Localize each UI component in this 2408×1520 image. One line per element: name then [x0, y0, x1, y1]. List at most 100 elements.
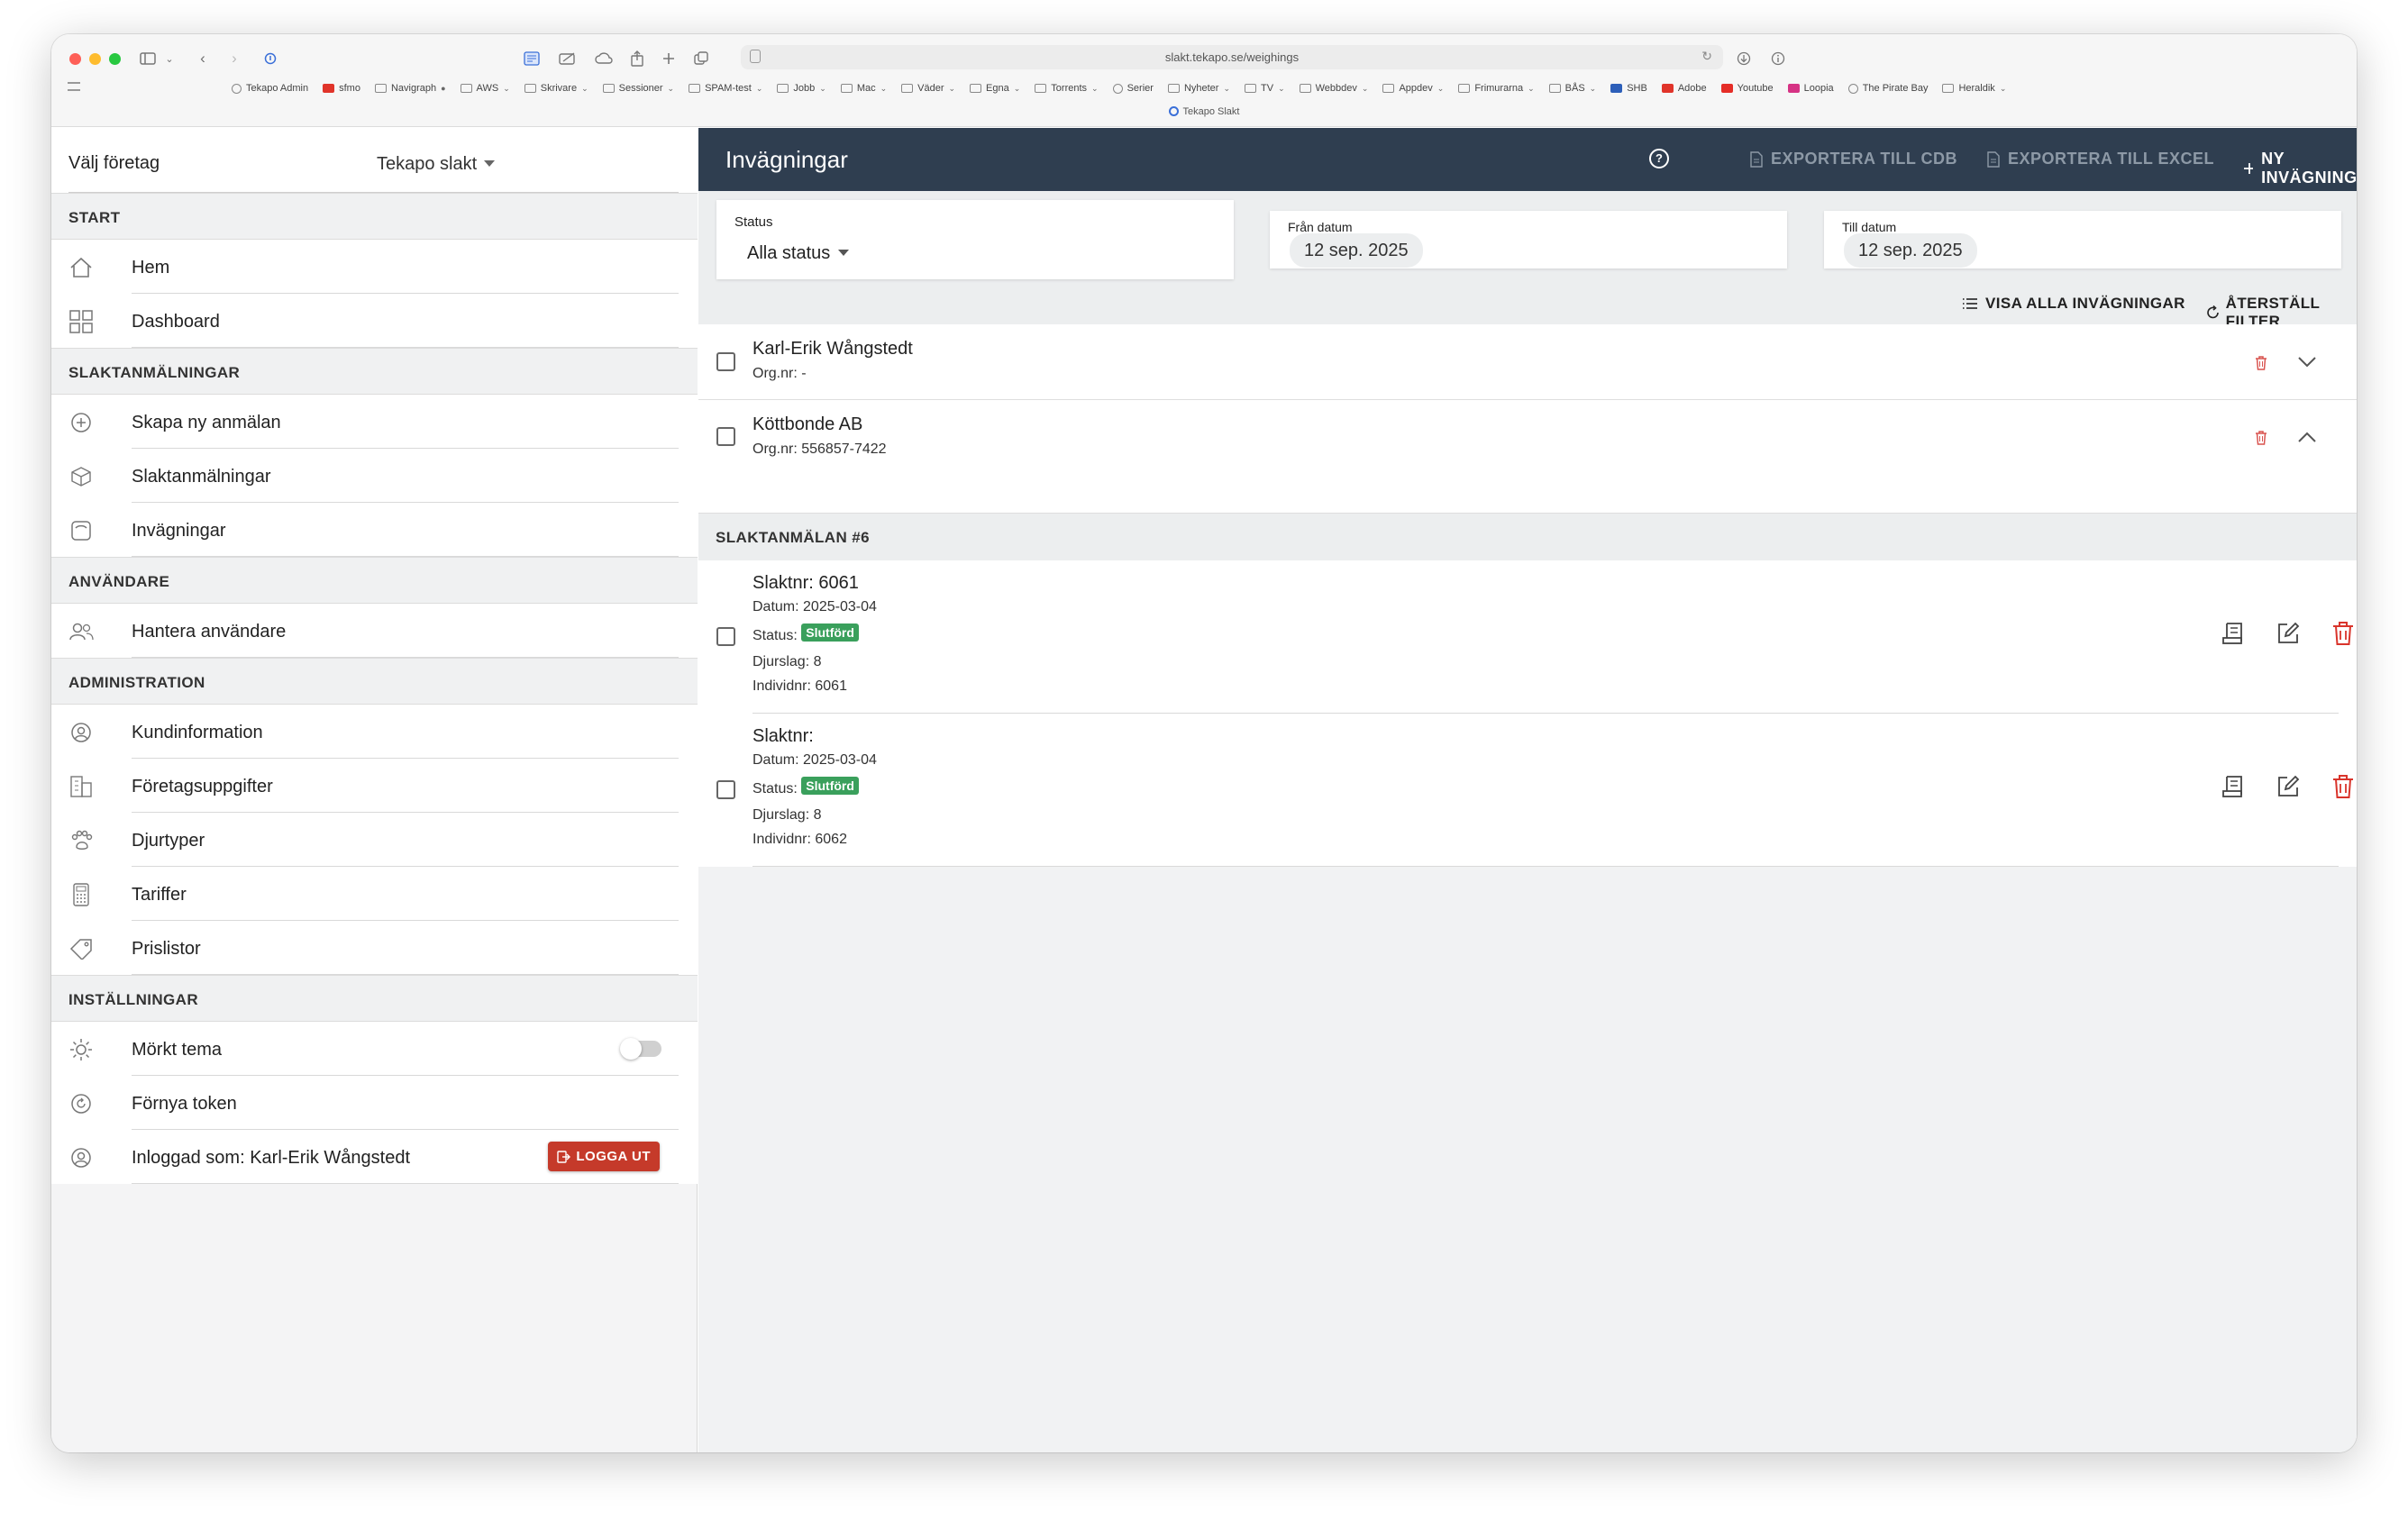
- bookmark-item[interactable]: Nyheter ⌄: [1167, 83, 1230, 94]
- menu-icon[interactable]: [68, 82, 80, 91]
- edit-icon[interactable]: [2275, 773, 2302, 800]
- bookmark-item[interactable]: Loopia: [1787, 83, 1834, 94]
- chevron-down-icon[interactable]: [2297, 356, 2317, 369]
- tag-icon: [68, 937, 94, 960]
- sidebar-item-company-info[interactable]: Företagsuppgifter: [51, 759, 698, 813]
- logout-button[interactable]: LOGGA UT: [548, 1142, 660, 1171]
- export-cdb-button[interactable]: EXPORTERA TILL CDB: [1750, 150, 1957, 168]
- cloud-icon[interactable]: [592, 47, 616, 70]
- sidebar-item-dark-theme[interactable]: Mörkt tema: [51, 1022, 698, 1076]
- entry-checkbox[interactable]: [716, 627, 735, 646]
- receipt-icon[interactable]: [2220, 773, 2247, 800]
- bookmark-item[interactable]: Webbdev ⌄: [1299, 83, 1368, 94]
- supplier-row[interactable]: Karl-Erik Wångstedt Org.nr: -: [698, 324, 2357, 400]
- entry-slaktnr: Slaktnr: 6061: [752, 573, 859, 593]
- bookmark-item[interactable]: Serier: [1112, 83, 1154, 94]
- home-icon: [68, 256, 94, 279]
- to-date-value[interactable]: 12 sep. 2025: [1844, 233, 1977, 268]
- bookmark-item[interactable]: Youtube: [1720, 83, 1774, 94]
- weighing-entry[interactable]: Slaktnr: Datum: 2025-03-04 Status: Slutf…: [698, 714, 2357, 867]
- tab-overview-icon[interactable]: [689, 47, 713, 70]
- from-date-filter[interactable]: Från datum 12 sep. 2025: [1270, 211, 1787, 269]
- receipt-icon[interactable]: [2220, 620, 2247, 647]
- bookmark-item[interactable]: AWS ⌄: [460, 83, 510, 94]
- minimize-window-button[interactable]: [89, 53, 101, 65]
- bookmark-item[interactable]: TV ⌄: [1245, 83, 1285, 94]
- new-tab-icon[interactable]: [657, 47, 680, 70]
- bookmark-item[interactable]: Tekapo Admin: [232, 83, 308, 94]
- weighing-entry[interactable]: Slaktnr: 6061 Datum: 2025-03-04 Status: …: [698, 560, 2357, 714]
- bookmark-item[interactable]: Egna ⌄: [970, 83, 1020, 94]
- supplier-checkbox[interactable]: [716, 427, 735, 446]
- bookmark-item[interactable]: sfmo: [323, 83, 360, 94]
- company-select[interactable]: Tekapo slakt: [377, 154, 496, 175]
- bookmark-item[interactable]: Mac ⌄: [840, 83, 888, 94]
- reader-icon[interactable]: [520, 47, 543, 70]
- info-icon[interactable]: [1766, 47, 1790, 70]
- sidebar-item-animal-types[interactable]: Djurtyper: [51, 813, 698, 867]
- new-weighing-button[interactable]: NY INVÄGNING: [2243, 150, 2357, 187]
- sidebar-toggle-icon[interactable]: [136, 47, 160, 70]
- back-icon[interactable]: ‹: [191, 47, 214, 70]
- globe-icon: [1112, 83, 1123, 94]
- share-icon[interactable]: [625, 47, 649, 70]
- bookmark-item[interactable]: Heraldik ⌄: [1942, 83, 2006, 94]
- bookmark-item[interactable]: Väder ⌄: [901, 83, 955, 94]
- downloads-icon[interactable]: [1732, 47, 1756, 70]
- bookmark-item[interactable]: Frimurarna ⌄: [1458, 83, 1535, 94]
- sidebar-item-tariffs[interactable]: Tariffer: [51, 867, 698, 921]
- edit-icon[interactable]: [2275, 620, 2302, 647]
- notes-icon[interactable]: [556, 47, 579, 70]
- privacy-icon[interactable]: [259, 47, 282, 70]
- supplier-row[interactable]: Köttbonde AB Org.nr: 556857-7422: [698, 400, 2357, 514]
- sidebar-item-renew-token[interactable]: Förnya token: [51, 1076, 698, 1130]
- sidebar-item-customer-info[interactable]: Kundinformation: [51, 705, 698, 759]
- sidebar-item-price-lists[interactable]: Prislistor: [51, 921, 698, 975]
- bookmark-item[interactable]: Jobb ⌄: [777, 83, 826, 94]
- bookmark-item[interactable]: BÅS ⌄: [1548, 83, 1596, 94]
- help-icon[interactable]: ?: [1649, 149, 1669, 168]
- sidebar-item-reports[interactable]: Slaktanmälningar: [51, 449, 698, 503]
- bookmark-item[interactable]: SHB: [1610, 83, 1647, 94]
- bookmark-item[interactable]: The Pirate Bay: [1847, 83, 1928, 94]
- bookmark-chevron: ⌄: [880, 83, 888, 93]
- trash-icon[interactable]: [2254, 430, 2268, 446]
- bookmark-item[interactable]: Skrivare ⌄: [524, 83, 588, 94]
- entry-date: Datum: 2025-03-04: [752, 599, 877, 614]
- dark-theme-toggle[interactable]: [620, 1038, 661, 1060]
- show-all-button[interactable]: VISA ALLA INVÄGNINGAR: [1962, 295, 2185, 313]
- export-excel-button[interactable]: EXPORTERA TILL EXCEL: [1987, 150, 2214, 168]
- logout-label: LOGGA UT: [576, 1149, 651, 1164]
- delete-icon[interactable]: [2330, 773, 2357, 800]
- active-tab[interactable]: Tekapo Slakt: [51, 106, 2357, 117]
- forward-icon[interactable]: ›: [223, 47, 246, 70]
- sidebar-item-create-report[interactable]: Skapa ny anmälan: [51, 395, 698, 449]
- trash-icon[interactable]: [2254, 355, 2268, 371]
- close-window-button[interactable]: [69, 53, 81, 65]
- tab-title: Tekapo Slakt: [1182, 106, 1240, 117]
- bookmark-item[interactable]: SPAM-test ⌄: [689, 83, 762, 94]
- sidebar-item-weighings[interactable]: Invägningar: [51, 503, 698, 557]
- bookmark-item[interactable]: Torrents ⌄: [1035, 83, 1099, 94]
- address-bar[interactable]: slakt.tekapo.se/weighings ↻: [741, 45, 1723, 69]
- delete-icon[interactable]: [2330, 620, 2357, 647]
- bookmark-item[interactable]: Navigraph ●: [374, 83, 446, 94]
- sidebar-item-home[interactable]: Hem: [51, 240, 698, 294]
- status-filter[interactable]: Status Alla status: [716, 200, 1234, 279]
- reload-icon[interactable]: ↻: [1701, 49, 1712, 64]
- chevron-up-icon[interactable]: [2297, 431, 2317, 443]
- supplier-checkbox[interactable]: [716, 352, 735, 371]
- status-select[interactable]: Alla status: [747, 243, 850, 264]
- section-title: INSTÄLLNINGAR: [68, 991, 199, 1008]
- bookmark-item[interactable]: Appdev ⌄: [1382, 83, 1444, 94]
- from-date-value[interactable]: 12 sep. 2025: [1290, 233, 1423, 268]
- bookmark-item[interactable]: Sessioner ⌄: [602, 83, 674, 94]
- bookmark-item[interactable]: Adobe: [1661, 83, 1707, 94]
- bookmark-chevron: ⌄: [1091, 83, 1099, 93]
- entry-checkbox[interactable]: [716, 780, 735, 799]
- sidebar-item-manage-users[interactable]: Hantera användare: [51, 604, 698, 658]
- zoom-window-button[interactable]: [109, 53, 121, 65]
- to-date-filter[interactable]: Till datum 12 sep. 2025: [1824, 211, 2341, 269]
- chevron-down-icon[interactable]: ⌄: [158, 47, 181, 70]
- sidebar-item-dashboard[interactable]: Dashboard: [51, 294, 698, 348]
